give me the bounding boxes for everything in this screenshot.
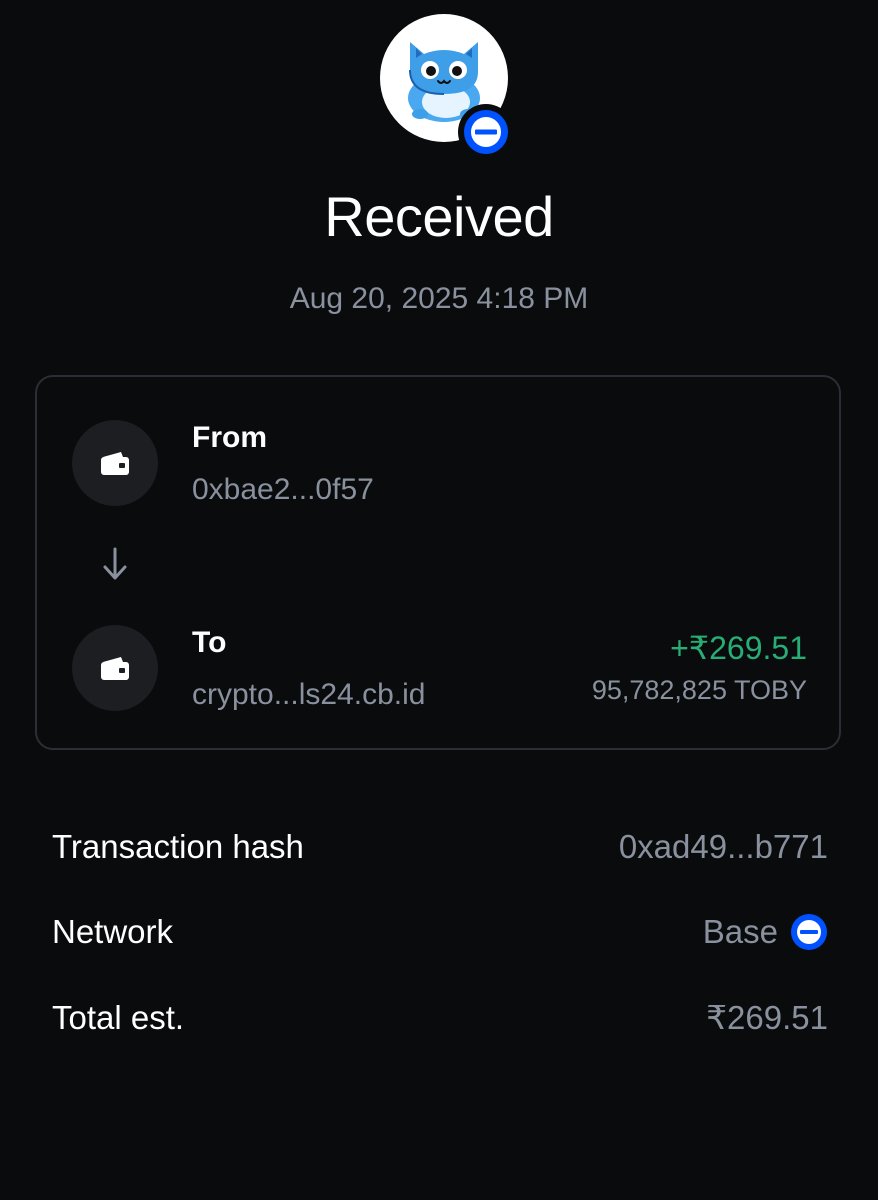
to-label: To	[192, 626, 227, 659]
received-fiat-amount: +₹269.51	[670, 630, 807, 666]
total-estimate-label: Total est.	[52, 998, 185, 1036]
from-label: From	[192, 421, 267, 454]
total-estimate-value: ₹269.51	[706, 998, 828, 1037]
from-address[interactable]: 0xbae2...0f57	[192, 473, 374, 507]
page-title: Received	[324, 185, 554, 248]
transaction-hash-text: 0xad49...b771	[618, 828, 828, 865]
arrow-down-icon	[103, 547, 127, 580]
to-wallet-icon	[72, 625, 158, 711]
transaction-hash-label: Transaction hash	[52, 828, 304, 865]
to-address[interactable]: crypto...ls24.cb.id	[192, 678, 425, 712]
network-value: Base	[703, 913, 828, 951]
network-label: Network	[52, 913, 174, 950]
network-name: Base	[702, 913, 778, 950]
transaction-hash-value[interactable]: 0xad49...b771	[619, 828, 828, 866]
transaction-date: Aug 20, 2025 4:18 PM	[289, 282, 589, 315]
transaction-hash-row[interactable]: Transaction hash 0xad49...b771	[52, 828, 828, 866]
transfer-card: From 0xbae2...0f57 To crypto...ls24.cb.i…	[35, 375, 841, 750]
total-estimate-row: Total est. ₹269.51	[52, 998, 828, 1037]
total-estimate-text: ₹269.51	[706, 999, 828, 1036]
from-wallet-icon	[72, 420, 158, 506]
base-network-icon	[791, 914, 827, 950]
received-token-amount: 95,782,825 TOBY	[591, 675, 807, 705]
network-row: Network Base	[52, 913, 828, 951]
base-network-icon	[458, 104, 514, 160]
